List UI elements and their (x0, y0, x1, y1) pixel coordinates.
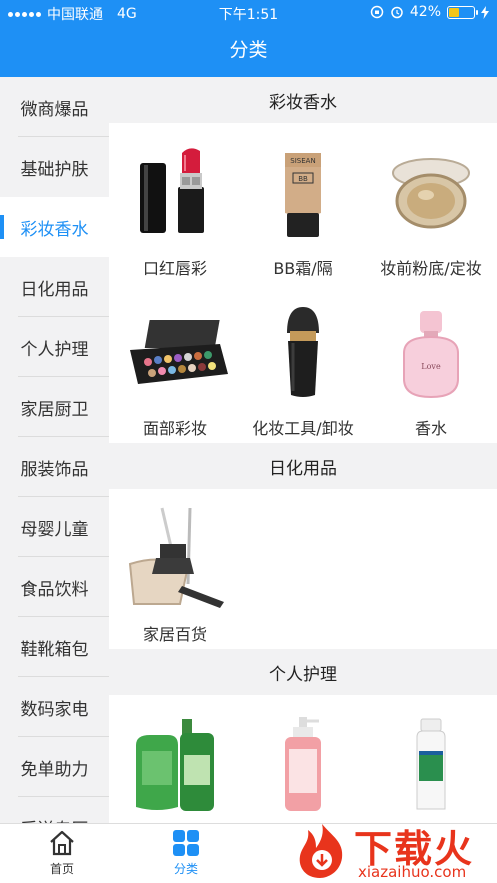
svg-text:SISEAN: SISEAN (290, 157, 315, 165)
lipstick-icon (120, 143, 230, 243)
sidebar-item[interactable]: 鞋靴箱包 (0, 617, 109, 677)
sidebar-item-label: 食品饮料 (20, 579, 89, 600)
sidebar-item-label: 服装饰品 (20, 459, 89, 480)
shampoo-bottles-icon (120, 715, 230, 815)
status-right: 42% (370, 4, 489, 20)
category-grid: 口红唇彩 SISEAN BB BB霜/隔 妆前粉底/定妆面部彩妆 化妆工具/卸妆 Love 香… (109, 123, 497, 443)
category-sidebar[interactable]: 微商爆品基础护肤彩妆香水日化用品个人护理家居厨卫服装饰品母婴儿童食品饮料鞋靴箱包… (0, 77, 109, 823)
powder-compact-icon (376, 143, 486, 243)
category-tile[interactable]: Love 香水 (367, 283, 495, 443)
category-tile-label: BB霜/隔 (273, 259, 333, 278)
category-tile-label: 香水 (414, 419, 447, 438)
section-header: 彩妆香水 (109, 77, 497, 123)
category-tile[interactable]: 口红唇彩 (111, 123, 239, 283)
tab-category-label: 分类 (173, 862, 198, 876)
mouthwash-icon (376, 715, 486, 815)
sidebar-item-label: 免单助力 (20, 759, 89, 780)
category-tile[interactable]: 面部彩妆 (111, 283, 239, 443)
sidebar-item-label: 家居厨卫 (20, 399, 89, 420)
category-tile-label: 面部彩妆 (142, 419, 207, 438)
rotation-lock-icon (370, 5, 384, 19)
sidebar-item[interactable]: 基础护肤 (0, 137, 109, 197)
sidebar-item-label: 个人护理 (20, 339, 89, 360)
sidebar-item-label: 微商爆品 (20, 99, 89, 120)
sidebar-item-label: 鞋靴箱包 (20, 639, 89, 660)
sidebar-item[interactable]: 家居厨卫 (0, 377, 109, 437)
sidebar-item[interactable]: 采送专区 (0, 797, 109, 824)
sidebar-item[interactable]: 微商爆品 (0, 77, 109, 137)
sidebar-item-label: 采送专区 (21, 815, 89, 824)
broom-dustpan-icon (120, 507, 230, 609)
charging-icon (481, 5, 489, 19)
sidebar-item[interactable]: 服装饰品 (0, 437, 109, 497)
category-grid: 家居百货 (109, 489, 497, 649)
sidebar-item-label: 基础护肤 (20, 159, 89, 180)
sidebar-item[interactable]: 食品饮料 (0, 557, 109, 617)
sidebar-item-label: 母婴儿童 (20, 519, 89, 540)
perfume-bottle-icon: Love (376, 303, 486, 403)
tab-home[interactable]: 首页 (22, 830, 102, 877)
sidebar-item-label: 数码家电 (20, 699, 89, 720)
category-tile[interactable]: 化妆工具/卸妆 (239, 283, 367, 443)
watermark-url: xiazaihuo.com (358, 863, 467, 881)
sidebar-item[interactable]: 彩妆香水 (0, 197, 109, 257)
sidebar-item-label: 彩妆香水 (20, 219, 89, 240)
category-tile-label: 家居百货 (142, 625, 207, 644)
section-header: 个人护理 (109, 649, 497, 695)
category-tile-label: 化妆工具/卸妆 (252, 419, 354, 438)
svg-text:Love: Love (421, 362, 441, 371)
body-wash-icon (248, 715, 358, 815)
sidebar-item[interactable]: 数码家电 (0, 677, 109, 737)
tab-category[interactable]: 分类 (146, 830, 226, 877)
battery-icon (447, 5, 478, 19)
home-icon (50, 830, 74, 856)
sidebar-item[interactable]: 个人护理 (0, 317, 109, 377)
grid-icon (173, 830, 199, 856)
category-tile[interactable]: SISEAN BB BB霜/隔 (239, 123, 367, 283)
watermark: 下载火 xiazaihuo.com (292, 818, 497, 883)
flame-logo-icon (299, 824, 343, 878)
eyeshadow-palette-icon (120, 303, 230, 403)
sidebar-item[interactable]: 日化用品 (0, 257, 109, 317)
category-tile-label: 口红唇彩 (142, 259, 207, 278)
status-bar: 中国联通 4G 下午1:51 42% (0, 0, 497, 26)
nav-bar: 分类 (0, 26, 497, 77)
sidebar-item-label: 日化用品 (20, 279, 89, 300)
category-tile[interactable]: 家居百货 (111, 489, 239, 649)
bb-cream-icon: SISEAN BB (248, 143, 358, 243)
makeup-brush-icon (248, 303, 358, 403)
category-tile[interactable]: 沐浴 (239, 695, 367, 823)
alarm-icon (391, 6, 403, 19)
category-tile[interactable]: 口腔护理 (367, 695, 495, 823)
svg-text:BB: BB (298, 175, 308, 183)
category-content[interactable]: 彩妆香水口红唇彩 SISEAN BB BB霜/隔 妆前粉底/定妆面部彩妆 化妆工具/卸妆 L… (109, 77, 497, 823)
sidebar-item[interactable]: 母婴儿童 (0, 497, 109, 557)
battery-percent: 42% (409, 4, 441, 20)
category-tile[interactable]: 洗发护发 (111, 695, 239, 823)
sidebar-item[interactable]: 免单助力 (0, 737, 109, 797)
category-tile-label: 妆前粉底/定妆 (380, 259, 482, 278)
category-tile[interactable]: 妆前粉底/定妆 (367, 123, 495, 283)
section-header: 日化用品 (109, 443, 497, 489)
page-title: 分类 (229, 39, 268, 61)
tab-home-label: 首页 (49, 862, 74, 876)
category-grid: 洗发护发沐浴口腔护理 (109, 695, 497, 823)
